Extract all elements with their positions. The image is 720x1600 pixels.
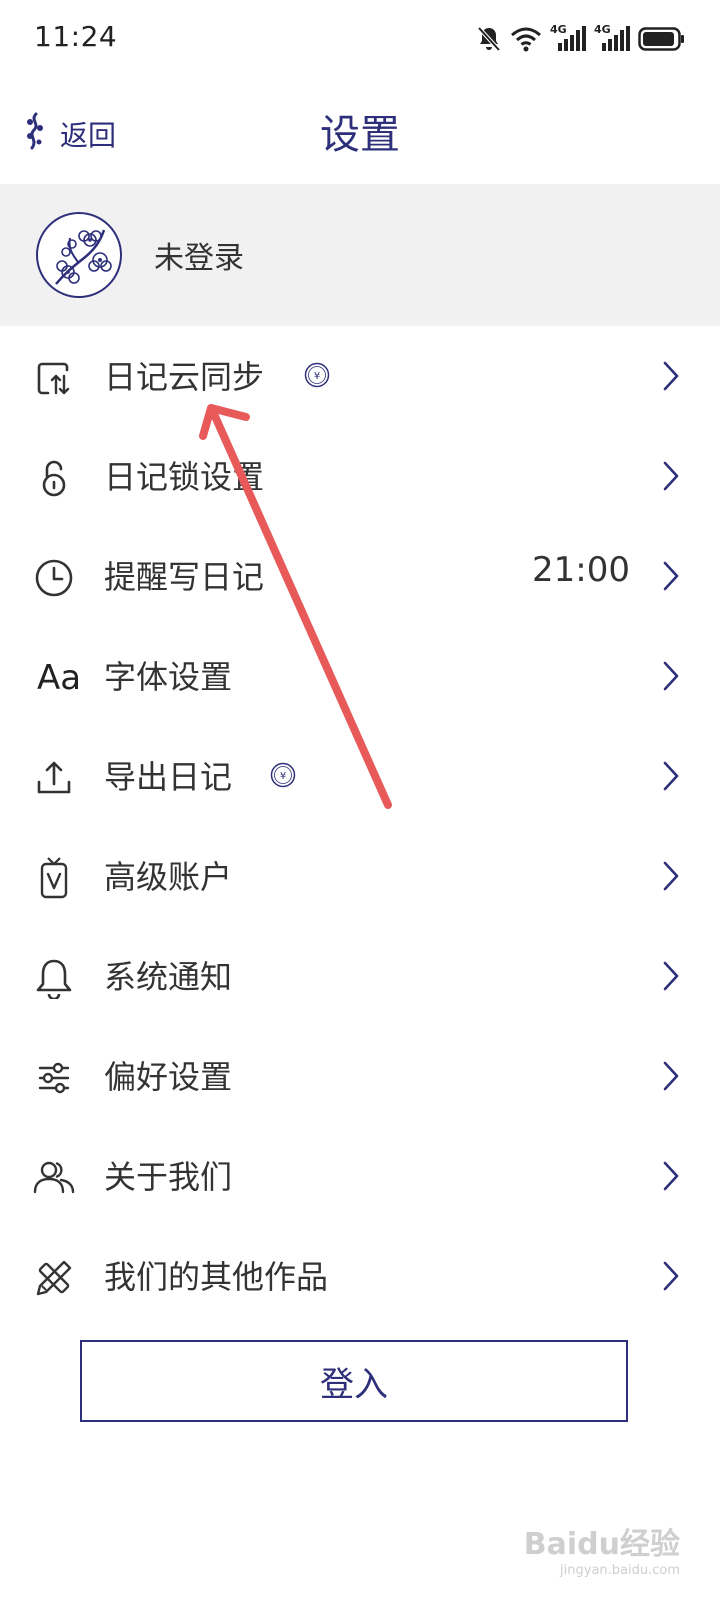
chevron-right-icon	[660, 1260, 682, 1292]
settings-item-label: 系统通知	[104, 958, 233, 996]
premium-coin-icon: ¥	[270, 762, 296, 788]
chevron-right-icon	[660, 360, 682, 392]
pencil-ruler-icon	[32, 1256, 76, 1300]
page-title: 设置	[320, 112, 400, 158]
chevron-right-icon	[660, 760, 682, 792]
svg-text:¥: ¥	[280, 771, 286, 782]
people-icon	[32, 1156, 76, 1200]
mute-bell-icon	[476, 25, 502, 53]
signal-4g-icon: 4G	[594, 23, 630, 53]
status-icons: 4G 4G	[476, 22, 686, 56]
settings-item-label: 日记云同步	[104, 358, 265, 396]
chevron-right-icon	[660, 860, 682, 892]
clock-icon	[32, 556, 76, 600]
chevron-right-icon	[660, 1160, 682, 1192]
settings-item-cloud-sync[interactable]: 日记云同步 ¥	[0, 326, 720, 426]
premium-coin-icon: ¥	[304, 362, 330, 388]
export-icon	[32, 756, 76, 800]
battery-icon	[638, 26, 686, 52]
chevron-right-icon	[660, 560, 682, 592]
wifi-icon	[510, 26, 542, 52]
avatar	[36, 212, 122, 298]
settings-item-diary-reminder[interactable]: 提醒写日记 21:00	[0, 526, 720, 626]
font-icon-glyph: Aa	[36, 658, 82, 698]
settings-list: 日记云同步 ¥ 日记锁设置 提醒写日记 21:00 Aa 字体设置 导出日记 ¥…	[0, 326, 720, 1326]
settings-item-diary-lock[interactable]: 日记锁设置	[0, 426, 720, 526]
bell-icon	[32, 956, 76, 1000]
chevron-right-icon	[660, 960, 682, 992]
cloud-sync-icon	[32, 356, 76, 400]
watermark-sub: jingyan.baidu.com	[560, 1563, 680, 1578]
signal-4g-icon: 4G	[550, 23, 586, 53]
settings-item-about-us[interactable]: 关于我们	[0, 1126, 720, 1226]
settings-item-label: 偏好设置	[104, 1058, 233, 1096]
settings-item-preferences[interactable]: 偏好设置	[0, 1026, 720, 1126]
settings-item-label: 导出日记	[104, 758, 233, 796]
settings-item-label: 高级账户	[104, 858, 233, 896]
lock-icon	[32, 456, 76, 500]
settings-item-label: 我们的其他作品	[104, 1258, 329, 1296]
svg-text:¥: ¥	[314, 371, 320, 382]
status-time: 11:24	[34, 20, 118, 53]
settings-item-label: 提醒写日记	[104, 558, 265, 596]
settings-item-export[interactable]: 导出日记 ¥	[0, 726, 720, 826]
vip-icon	[32, 856, 76, 900]
settings-item-label: 日记锁设置	[104, 458, 265, 496]
settings-item-label: 字体设置	[104, 658, 233, 696]
chevron-right-icon	[660, 660, 682, 692]
watermark: Baidu经验 jingyan.baidu.com	[524, 1519, 680, 1578]
sliders-icon	[32, 1056, 76, 1100]
chevron-right-icon	[660, 1060, 682, 1092]
settings-item-premium-account[interactable]: 高级账户	[0, 826, 720, 926]
watermark-main: Baidu经验	[523, 1527, 680, 1562]
login-status-label: 未登录	[154, 241, 244, 276]
status-bar: 11:24 4G 4G	[0, 0, 720, 80]
nav-bar: 返回 设置	[0, 84, 720, 184]
settings-item-system-notification[interactable]: 系统通知	[0, 926, 720, 1026]
login-button[interactable]: 登入	[80, 1340, 628, 1422]
chevron-right-icon	[660, 460, 682, 492]
settings-item-other-apps[interactable]: 我们的其他作品	[0, 1226, 720, 1326]
settings-item-label: 关于我们	[104, 1158, 233, 1196]
font-icon: Aa	[32, 656, 86, 700]
plum-blossom-avatar-icon	[55, 229, 112, 285]
reminder-time-value: 21:00	[532, 550, 630, 590]
settings-item-font[interactable]: Aa 字体设置	[0, 626, 720, 726]
profile-section[interactable]: 未登录	[0, 184, 720, 326]
